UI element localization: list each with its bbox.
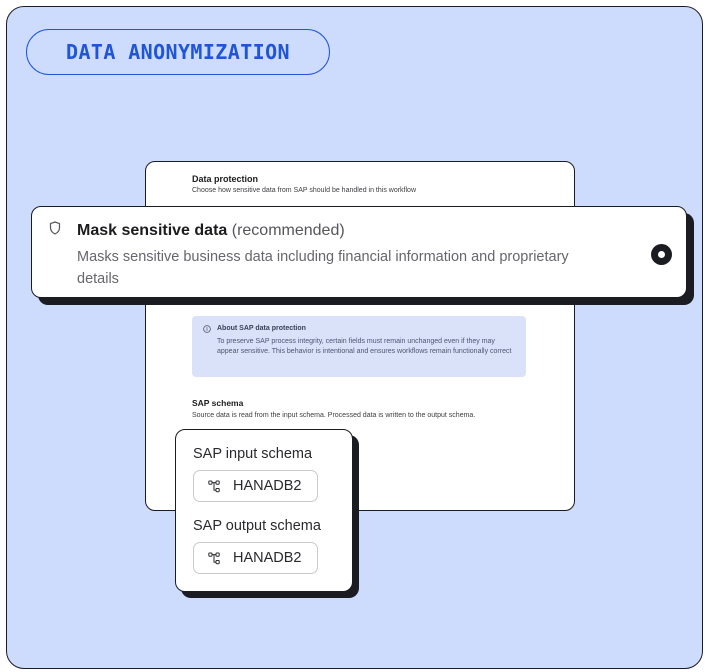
schema-subtitle: Source data is read from the input schem…: [192, 412, 476, 419]
info-box-body: To preserve SAP process integrity, certa…: [217, 338, 512, 355]
mask-option-description: Masks sensitive business data including …: [77, 249, 569, 287]
section-title-badge: DATA ANONYMIZATION: [26, 29, 330, 75]
schema-tree-icon: [208, 552, 220, 564]
schema-tree-icon: [208, 480, 220, 492]
info-box-title: About SAP data protection: [217, 325, 306, 332]
mask-option-label: Mask sensitive data: [77, 222, 228, 239]
section-title: DATA ANONYMIZATION: [66, 40, 290, 64]
data-protection-title: Data protection: [192, 174, 259, 184]
data-protection-subtitle: Choose how sensitive data from SAP shoul…: [192, 187, 416, 194]
recommended-tag: (recommended): [227, 222, 345, 239]
input-schema-label: SAP input schema: [193, 446, 313, 462]
output-schema-label: SAP output schema: [193, 518, 321, 534]
input-schema-value: HANADB2: [233, 478, 302, 494]
output-schema-value: HANADB2: [233, 550, 302, 566]
mask-option-radio[interactable]: [651, 244, 672, 265]
info-icon: [203, 325, 211, 333]
input-schema-field[interactable]: HANADB2: [193, 470, 318, 502]
schema-title: SAP schema: [192, 398, 244, 408]
shield-icon: [49, 221, 61, 235]
mask-option-title: Mask sensitive data (recommended): [77, 222, 345, 240]
output-schema-field[interactable]: HANADB2: [193, 542, 318, 574]
